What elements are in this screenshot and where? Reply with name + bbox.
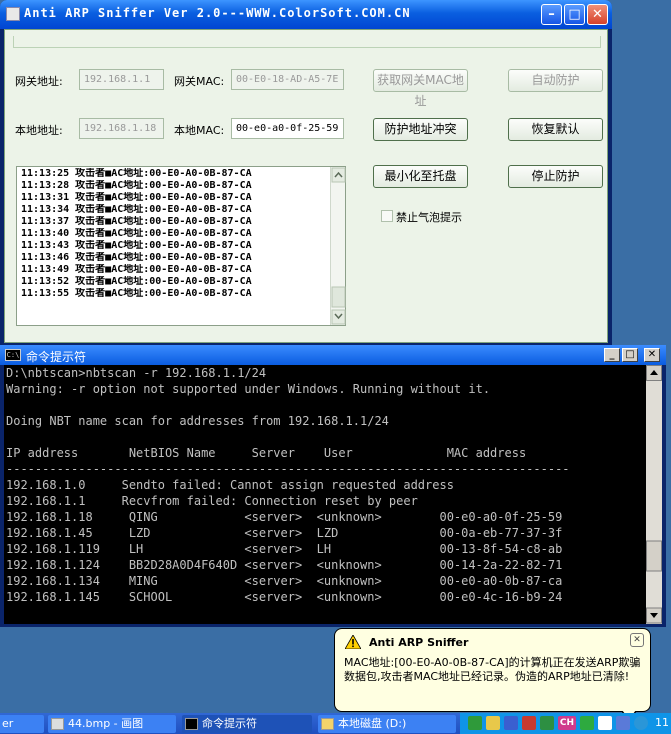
minimize-button[interactable]: – <box>541 4 562 25</box>
close-button[interactable]: ✕ <box>587 4 608 25</box>
tray-security-icon[interactable] <box>522 716 536 730</box>
log-scrollbar-arrows-icon <box>331 167 346 325</box>
get-gateway-mac-button[interactable]: 获取网关MAC地址 <box>373 69 468 108</box>
log-line: 11:13:43 攻击者■AC地址:00-E0-A0-0B-87-CA <box>21 240 252 251</box>
window-title: Anti ARP Sniffer Ver 2.0---WWW.ColorSoft… <box>24 6 411 20</box>
local-mac-label: 本地MAC: <box>174 124 225 137</box>
console-line: Doing NBT name scan for addresses from 1… <box>6 414 389 428</box>
log-line: 11:13:25 攻击者■AC地址:00-E0-A0-0B-87-CA <box>21 168 252 179</box>
console-line: 192.168.1.119 LH <server> LH 00-13-8f-54… <box>6 542 563 556</box>
taskbar-item-drive-label: 本地磁盘 (D:) <box>338 717 407 730</box>
taskbar-item-cmd[interactable]: 命令提示符 <box>182 715 312 733</box>
taskbar-item-cmd-label: 命令提示符 <box>202 717 257 730</box>
console-line: 192.168.1.45 LZD <server> LZD 00-0a-eb-7… <box>6 526 563 540</box>
disable-balloon-checkbox[interactable] <box>381 210 393 222</box>
local-mac-field[interactable]: 00-e0-a0-0f-25-59 <box>231 118 344 139</box>
console-line: 192.168.1.18 QING <server> <unknown> 00-… <box>6 510 563 524</box>
taskbar-item-drive[interactable]: 本地磁盘 (D:) <box>318 715 456 733</box>
attack-log-lines: 11:13:25 攻击者■AC地址:00-E0-A0-0B-87-CA 11:1… <box>21 168 327 300</box>
log-line: 11:13:34 攻击者■AC地址:00-E0-A0-0B-87-CA <box>21 204 252 215</box>
tray-ime-icon[interactable] <box>540 716 554 730</box>
cmd-scrollbar[interactable] <box>646 365 662 624</box>
cmd-close-button[interactable]: ✕ <box>644 348 660 362</box>
log-scrollbar[interactable] <box>330 167 346 325</box>
balloon-title: Anti ARP Sniffer <box>369 636 469 649</box>
anti-arp-window: Anti ARP Sniffer Ver 2.0---WWW.ColorSoft… <box>0 0 612 347</box>
gateway-ip-field[interactable]: 192.168.1.1 <box>79 69 164 90</box>
console-line: D:\nbtscan>nbtscan -r 192.168.1.1/24 <box>6 366 267 380</box>
anti-arp-client-area: 网关地址: 192.168.1.1 网关MAC: 00-E0-18-AD-A5-… <box>4 29 608 343</box>
balloon-message: MAC地址:[00-E0-A0-0B-87-CA]的计算机正在发送ARP欺骗数据… <box>344 656 641 683</box>
maximize-button[interactable]: □ <box>564 4 585 25</box>
console-line: Warning: -r option not supported under W… <box>6 382 491 396</box>
local-ip-field[interactable]: 192.168.1.18 <box>79 118 164 139</box>
tray-help-icon[interactable] <box>598 716 612 730</box>
warning-icon <box>345 635 361 649</box>
tray-printer-icon[interactable] <box>616 716 630 730</box>
minimize-to-tray-button[interactable]: 最小化至托盘 <box>373 165 468 188</box>
log-line: 11:13:55 攻击者■AC地址:00-E0-A0-0B-87-CA <box>21 288 252 299</box>
paint-icon <box>51 718 64 730</box>
console-line: 192.168.1.1 Recvfrom failed: Connection … <box>6 494 418 508</box>
folder-icon <box>321 718 334 730</box>
console-line: 192.168.1.0 Sendto failed: Cannot assign… <box>6 478 454 492</box>
taskbar: er 44.bmp - 画图 命令提示符 本地磁盘 (D:) CH 11 <box>0 713 671 734</box>
cmd-console[interactable]: D:\nbtscan>nbtscan -r 192.168.1.1/24 War… <box>4 365 646 624</box>
taskbar-item-paint[interactable]: 44.bmp - 画图 <box>48 715 176 733</box>
console-line: ----------------------------------------… <box>6 462 570 476</box>
tray-clock: 11 <box>655 716 669 729</box>
cmd-icon <box>185 718 198 730</box>
gateway-mac-label: 网关MAC: <box>174 75 225 88</box>
attack-log-listbox[interactable]: 11:13:25 攻击者■AC地址:00-E0-A0-0B-87-CA 11:1… <box>16 166 346 326</box>
cmd-titlebar[interactable]: C:\ 命令提示符 _ □ ✕ <box>0 345 666 365</box>
auto-protect-button[interactable]: 自动防护 <box>508 69 603 92</box>
log-line: 11:13:46 攻击者■AC地址:00-E0-A0-0B-87-CA <box>21 252 252 263</box>
balloon-close-icon[interactable]: ✕ <box>630 633 644 647</box>
log-line: 11:13:31 攻击者■AC地址:00-E0-A0-0B-87-CA <box>21 192 252 203</box>
tray-ch-icon[interactable]: CH <box>558 716 576 730</box>
log-line: 11:13:40 攻击者■AC地址:00-E0-A0-0B-87-CA <box>21 228 252 239</box>
stop-protect-button[interactable]: 停止防护 <box>508 165 603 188</box>
console-line: 192.168.1.124 BB2D28A0D4F640D <server> <… <box>6 558 563 572</box>
cmd-title: 命令提示符 <box>26 350 87 364</box>
taskbar-item-paint-label: 44.bmp - 画图 <box>68 717 144 730</box>
log-line: 11:13:28 攻击者■AC地址:00-E0-A0-0B-87-CA <box>21 180 252 191</box>
system-tray: CH 11 <box>460 713 671 734</box>
disable-balloon-label: 禁止气泡提示 <box>396 211 462 224</box>
tray-anti-arp-icon[interactable] <box>634 716 648 730</box>
tray-balloon-notification[interactable]: Anti ARP Sniffer ✕ MAC地址:[00-E0-A0-0B-87… <box>334 628 651 721</box>
gateway-mac-field[interactable]: 00-E0-18-AD-A5-7E <box>231 69 344 90</box>
restore-default-button[interactable]: 恢复默认 <box>508 118 603 141</box>
taskbar-item-partial[interactable]: er <box>0 715 44 733</box>
app-icon <box>6 7 20 21</box>
console-line: 192.168.1.145 SCHOOL <server> <unknown> … <box>6 590 563 604</box>
console-line: IP address NetBIOS Name Server User MAC … <box>6 446 527 460</box>
log-line: 11:13:37 攻击者■AC地址:00-E0-A0-0B-87-CA <box>21 216 252 227</box>
anti-arp-titlebar[interactable]: Anti ARP Sniffer Ver 2.0---WWW.ColorSoft… <box>0 0 612 29</box>
prevent-conflict-button[interactable]: 防护地址冲突 <box>373 118 468 141</box>
cmd-minimize-button[interactable]: _ <box>604 348 620 362</box>
cmd-icon: C:\ <box>5 349 21 361</box>
top-divider <box>13 36 601 48</box>
cmd-maximize-button[interactable]: □ <box>622 348 638 362</box>
log-line: 11:13:52 攻击者■AC地址:00-E0-A0-0B-87-CA <box>21 276 252 287</box>
local-ip-label: 本地地址: <box>15 124 63 137</box>
tray-app-icon[interactable] <box>486 716 500 730</box>
cmd-scrollbar-arrows-icon <box>646 365 662 624</box>
log-line: 11:13:49 攻击者■AC地址:00-E0-A0-0B-87-CA <box>21 264 252 275</box>
tray-display-icon[interactable] <box>504 716 518 730</box>
gateway-ip-label: 网关地址: <box>15 75 63 88</box>
tray-network-icon[interactable] <box>468 716 482 730</box>
tray-arrow-icon[interactable] <box>580 716 594 730</box>
console-line: 192.168.1.134 MING <server> <unknown> 00… <box>6 574 563 588</box>
cmd-window: C:\ 命令提示符 _ □ ✕ D:\nbtscan>nbtscan -r 19… <box>0 345 666 627</box>
